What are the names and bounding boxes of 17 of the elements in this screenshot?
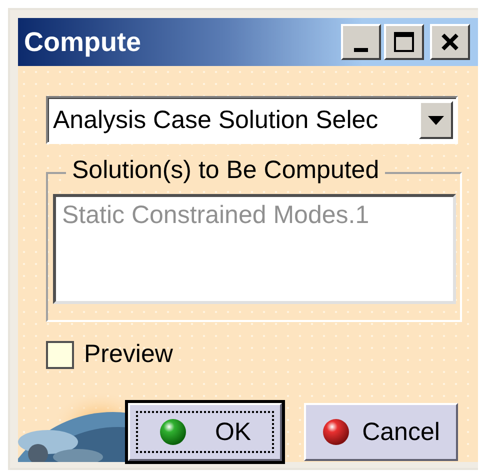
caret-icon — [428, 116, 444, 124]
minimize-icon — [354, 48, 368, 52]
ball-icon — [158, 418, 187, 446]
ok-button[interactable]: OK — [128, 403, 282, 461]
dropdown-button[interactable] — [419, 101, 453, 139]
ball-icon — [322, 418, 350, 446]
cancel-button[interactable]: Cancel — [304, 403, 458, 461]
maximize-button[interactable] — [384, 24, 424, 60]
close-icon — [441, 33, 459, 51]
window-title: Compute — [24, 26, 142, 58]
checkbox[interactable] — [46, 340, 74, 368]
dropdown[interactable]: Analysis Case Solution Selec — [46, 96, 458, 144]
checkbox-label: Preview — [84, 340, 173, 369]
group-title: Solution(s) to Be Computed — [66, 156, 386, 185]
close-button[interactable] — [430, 24, 470, 60]
minimize-button[interactable] — [341, 24, 381, 60]
maximize-icon — [394, 32, 414, 52]
